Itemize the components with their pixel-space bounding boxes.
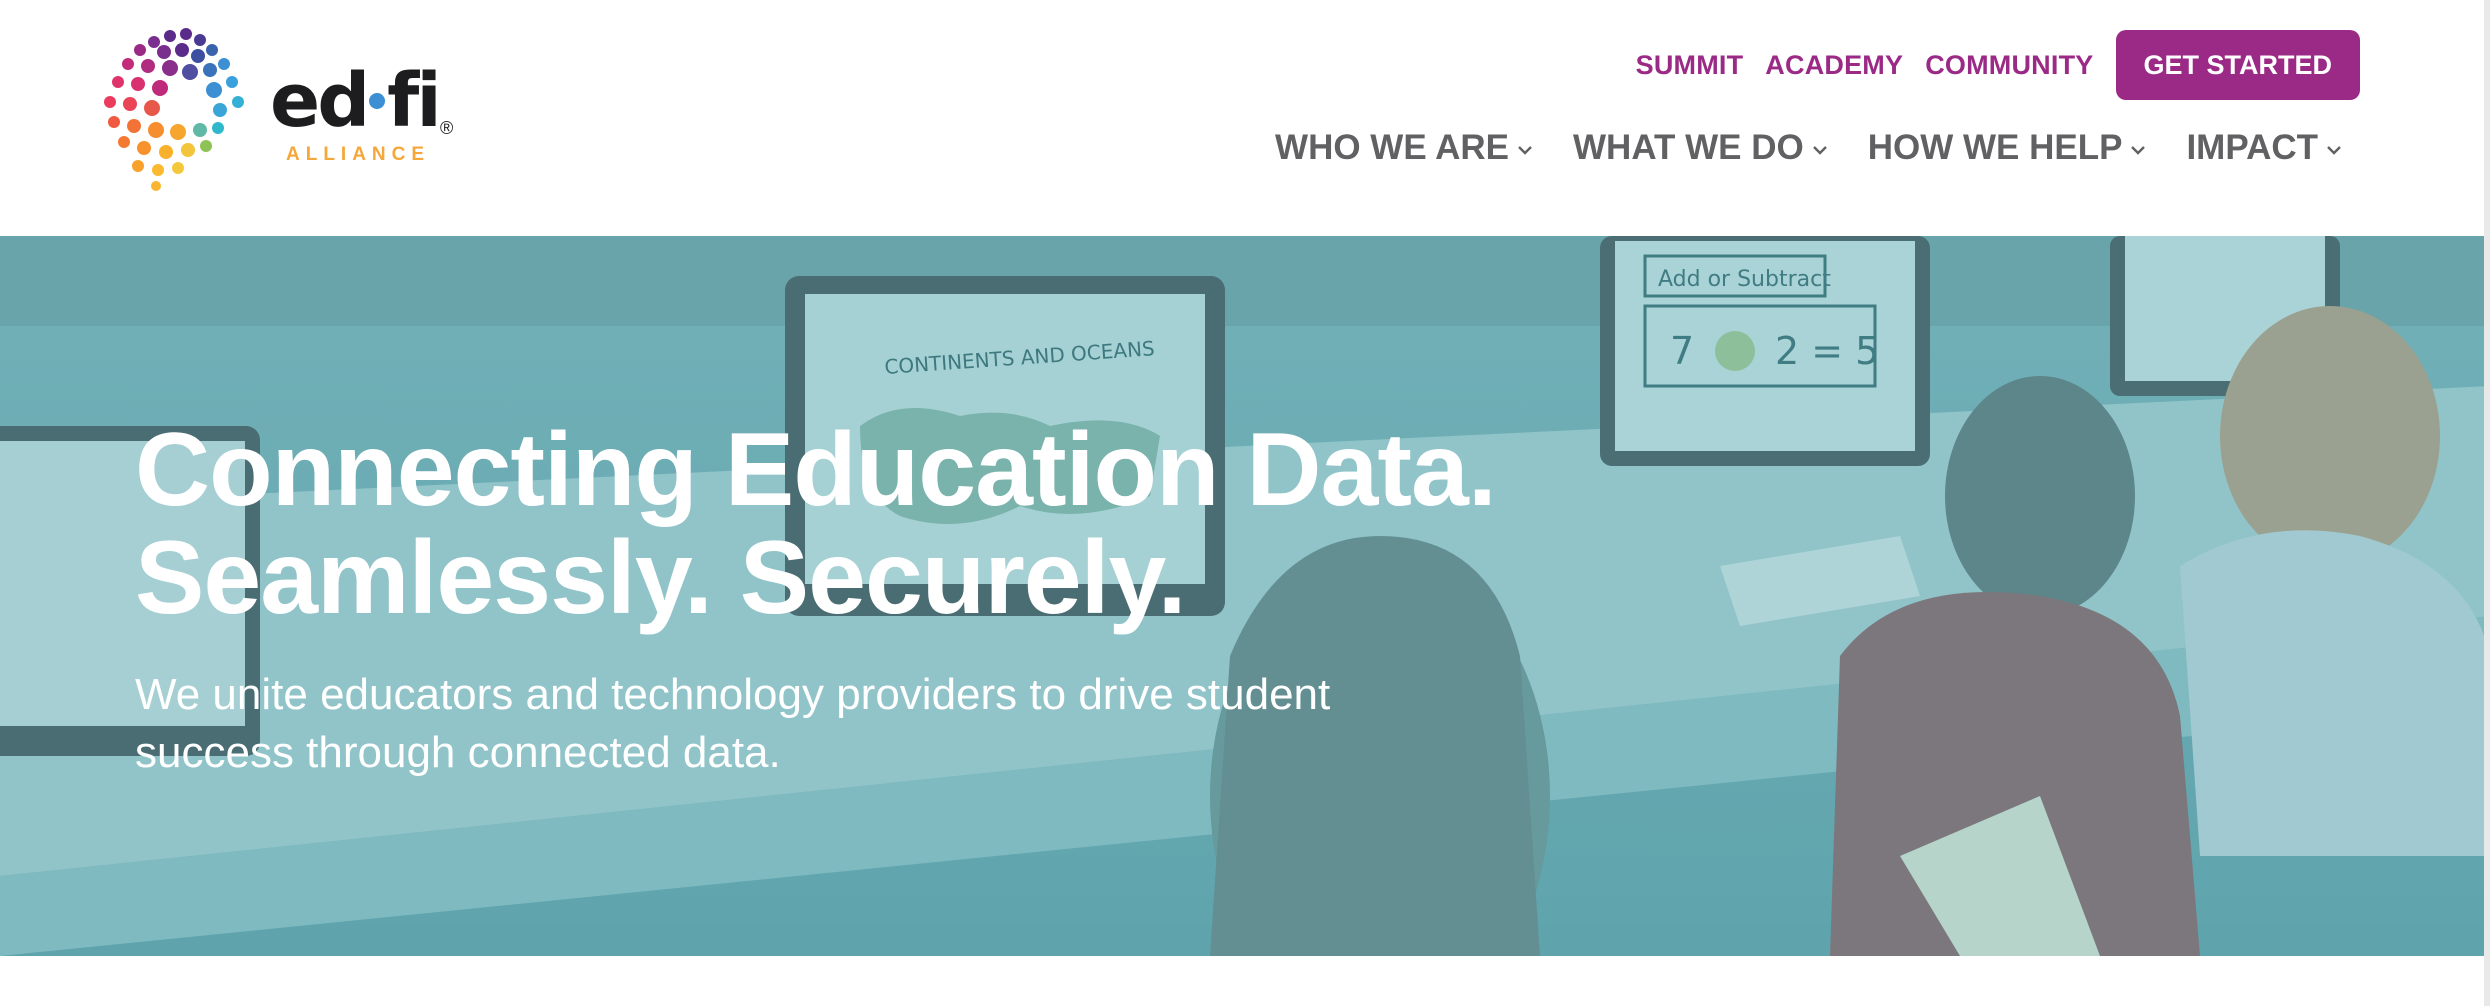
hero-title-line-1: Connecting Education Data. bbox=[135, 412, 1497, 528]
nav-item-what-we-do[interactable]: WHAT WE DO bbox=[1573, 128, 1828, 168]
nav-link-academy[interactable]: ACADEMY bbox=[1765, 50, 1903, 81]
hero-copy: Connecting Education Data. Seamlessly. S… bbox=[135, 416, 1635, 782]
utility-nav: SUMMIT ACADEMY COMMUNITY GET STARTED bbox=[1614, 30, 2360, 100]
nav-item-label: WHO WE ARE bbox=[1275, 128, 1510, 167]
logo-dash-dot bbox=[369, 93, 386, 110]
nav-link-summit[interactable]: SUMMIT bbox=[1636, 50, 1744, 81]
logo-subtitle: ALLIANCE bbox=[286, 144, 431, 165]
nav-item-label: WHAT WE DO bbox=[1573, 128, 1804, 167]
logo-wordmark: ed fi bbox=[270, 58, 442, 144]
nav-item-label: IMPACT bbox=[2186, 128, 2318, 167]
scrollbar[interactable] bbox=[2484, 0, 2490, 1006]
chevron-down-icon bbox=[2131, 146, 2146, 155]
hero-title-line-2: Seamlessly. Securely. bbox=[135, 520, 1187, 636]
chevron-down-icon bbox=[2327, 146, 2341, 155]
nav-item-how-we-help[interactable]: HOW WE HELP bbox=[1868, 128, 2147, 168]
logo-dots-mark bbox=[104, 28, 244, 191]
site-header: ed fi ® ALLIANCE SUMMIT ACADEMY COMMUNITY… bbox=[0, 0, 2490, 236]
ed-fi-logo[interactable]: ed fi ® ALLIANCE bbox=[100, 26, 460, 196]
main-nav: WHO WE ARE WHAT WE DO HOW WE HELP IMPACT bbox=[1235, 128, 2342, 168]
page-content-below bbox=[0, 956, 2490, 1006]
chevron-down-icon bbox=[1518, 146, 1532, 155]
nav-item-label: HOW WE HELP bbox=[1867, 128, 2123, 167]
hero-title: Connecting Education Data. Seamlessly. S… bbox=[135, 416, 1635, 632]
nav-item-who-we-are[interactable]: WHO WE ARE bbox=[1275, 128, 1533, 168]
nav-link-community[interactable]: COMMUNITY bbox=[1925, 50, 2093, 81]
logo-registered-mark: ® bbox=[440, 118, 454, 138]
get-started-button[interactable]: GET STARTED bbox=[2115, 30, 2360, 100]
hero-section: CONTINENTS AND OCEANS Add or Subtract 7 … bbox=[0, 236, 2490, 956]
nav-item-impact[interactable]: IMPACT bbox=[2186, 128, 2342, 168]
hero-subtitle: We unite educators and technology provid… bbox=[135, 670, 1331, 777]
chevron-down-icon bbox=[1812, 146, 1827, 155]
